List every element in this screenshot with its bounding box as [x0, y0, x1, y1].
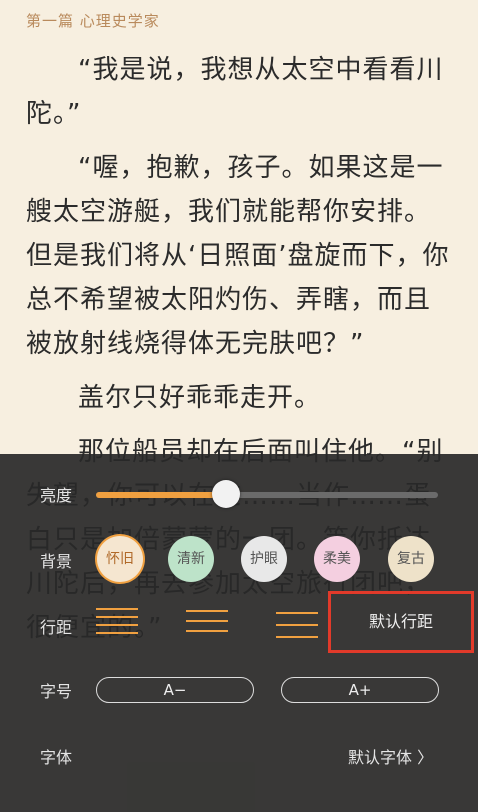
spacing-label: 行距 — [40, 618, 73, 637]
font-label: 字体 — [40, 748, 73, 767]
font-size-label: 字号 — [40, 682, 73, 701]
background-option-huyan[interactable]: 护眼 — [241, 536, 287, 582]
chapter-title: 第一篇 心理史学家 — [26, 12, 160, 30]
font-size-decrease-button[interactable]: A− — [96, 677, 254, 703]
brightness-slider[interactable] — [96, 480, 438, 508]
brightness-fill — [96, 492, 226, 498]
font-size-increase-button[interactable]: A+ — [281, 677, 439, 703]
font-select[interactable]: 默认字体 〉 — [348, 744, 433, 768]
spacing-compact-icon[interactable] — [96, 606, 138, 640]
background-option-roumei[interactable]: 柔美 — [314, 536, 360, 582]
background-option-qingxin[interactable]: 清新 — [168, 536, 214, 582]
default-spacing-button[interactable]: 默认行距 — [328, 591, 474, 653]
spacing-medium-icon[interactable] — [186, 606, 228, 640]
paragraph: 盖尔只好乖乖走开。 — [78, 383, 322, 413]
spacing-loose-icon[interactable] — [276, 606, 318, 640]
background-option-fugu[interactable]: 复古 — [388, 536, 434, 582]
background-label: 背景 — [40, 552, 73, 571]
brightness-thumb[interactable] — [211, 480, 240, 508]
background-option-huaijiu[interactable]: 怀旧 — [97, 536, 143, 582]
settings-panel: 亮度 背景 怀旧 清新 护眼 柔美 复古 行距 默认行距 字号 A− A+ 字体… — [0, 454, 478, 812]
paragraph: “我是说，我想从太空中看看川陀。” — [26, 55, 444, 129]
paragraph: “喔，抱歉，孩子。如果这是一艘太空游艇，我们就能帮你安排。但是我们将从‘日照面’… — [26, 153, 450, 359]
brightness-label: 亮度 — [40, 486, 73, 505]
